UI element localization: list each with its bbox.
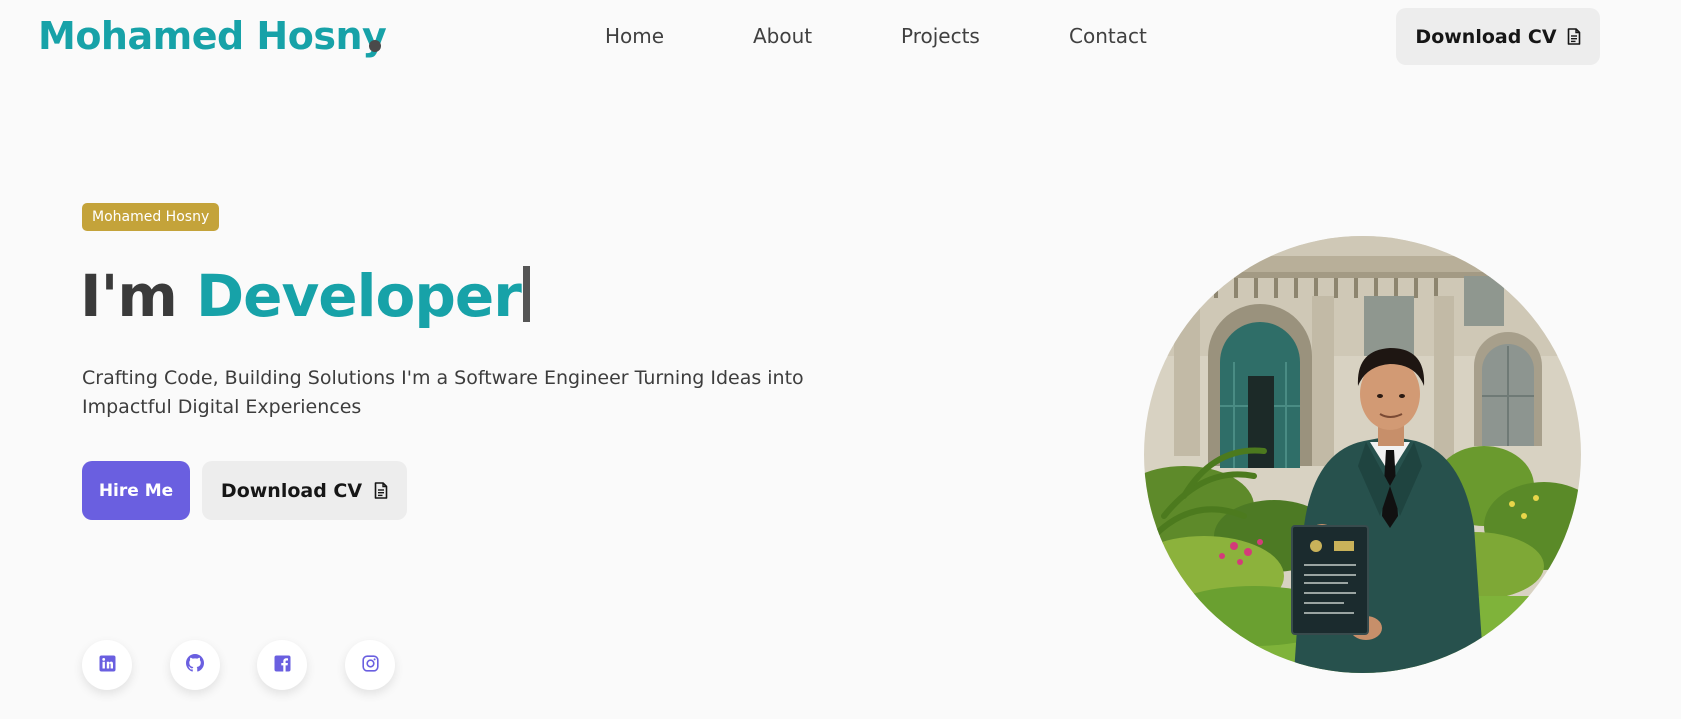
profile-photo <box>1144 236 1581 673</box>
github-link[interactable] <box>170 640 220 690</box>
header-download-cv-label: Download CV <box>1415 25 1557 48</box>
site-header: Mohamed Hosny Home About Projects Contac… <box>0 0 1681 72</box>
nav-about[interactable]: About <box>753 22 812 50</box>
hero-title: I'm Developer <box>80 258 530 334</box>
instagram-icon <box>361 654 379 676</box>
hero-download-cv-button[interactable]: Download CV <box>202 461 407 520</box>
linkedin-icon <box>99 655 116 676</box>
facebook-icon <box>274 655 291 676</box>
facebook-link[interactable] <box>257 640 307 690</box>
typing-caret <box>522 266 530 322</box>
name-badge: Mohamed Hosny <box>82 203 220 231</box>
document-icon <box>374 482 388 499</box>
linkedin-link[interactable] <box>82 640 132 690</box>
hero-download-cv-label: Download CV <box>220 479 363 502</box>
nav-projects[interactable]: Projects <box>901 22 980 50</box>
logo-dot <box>369 40 381 52</box>
document-icon <box>1567 28 1581 45</box>
hero-title-prefix: I'm <box>80 262 178 330</box>
logo[interactable]: Mohamed Hosny <box>38 12 387 60</box>
hire-me-button[interactable]: Hire Me <box>82 461 190 520</box>
nav-home[interactable]: Home <box>605 22 664 50</box>
hero-description: Crafting Code, Building Solutions I'm a … <box>82 367 804 418</box>
page: Mohamed Hosny Home About Projects Contac… <box>0 0 1681 719</box>
github-icon <box>186 654 204 676</box>
nav-contact[interactable]: Contact <box>1069 22 1147 50</box>
hire-me-label: Hire Me <box>98 480 174 501</box>
instagram-link[interactable] <box>345 640 395 690</box>
header-download-cv-button[interactable]: Download CV <box>1396 8 1600 65</box>
hero-title-role: Developer <box>195 262 522 330</box>
